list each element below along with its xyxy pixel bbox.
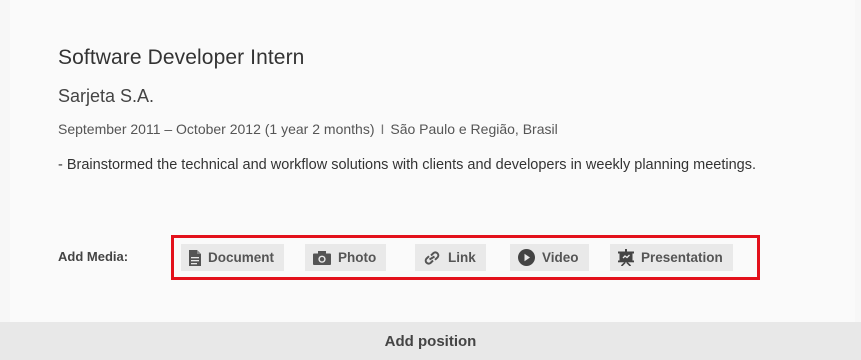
add-link-button[interactable]: Link — [415, 244, 486, 271]
add-photo-button[interactable]: Photo — [305, 244, 387, 271]
document-icon — [189, 249, 201, 266]
position-card: Software Developer Intern Sarjeta S.A. S… — [10, 0, 855, 322]
camera-icon — [313, 250, 331, 265]
video-label: Video — [542, 250, 579, 265]
position-description: - Brainstormed the technical and workflo… — [58, 157, 756, 173]
meta-separator: I — [380, 121, 385, 137]
link-icon — [423, 250, 441, 266]
add-media-toolbar: Document Photo Link Video Presentation — [171, 235, 760, 280]
link-label: Link — [448, 250, 476, 265]
presentation-label: Presentation — [641, 250, 723, 265]
add-position-button[interactable]: Add position — [0, 322, 861, 360]
add-media-label: Add Media: — [58, 249, 129, 264]
position-title: Software Developer Intern — [58, 46, 305, 69]
position-location: São Paulo e Região, Brasil — [390, 121, 558, 137]
presentation-icon — [618, 249, 634, 266]
company-name: Sarjeta S.A. — [58, 86, 155, 106]
document-label: Document — [208, 250, 275, 265]
add-presentation-button[interactable]: Presentation — [610, 244, 733, 271]
add-video-button[interactable]: Video — [510, 244, 589, 271]
position-dates: September 2011 – October 2012 (1 year 2 … — [58, 121, 375, 137]
add-document-button[interactable]: Document — [181, 244, 285, 271]
position-meta: September 2011 – October 2012 (1 year 2 … — [58, 121, 558, 137]
photo-label: Photo — [338, 250, 377, 265]
play-icon — [518, 249, 535, 266]
